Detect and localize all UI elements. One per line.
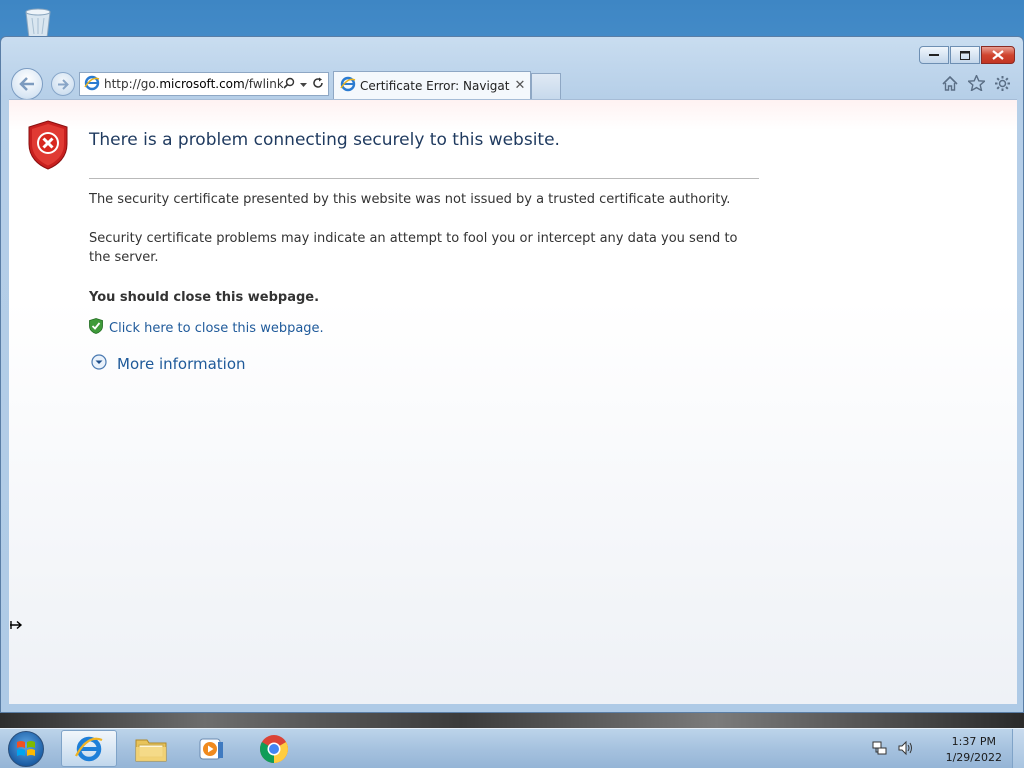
mouse-cursor-icon: [9, 619, 23, 633]
recycle-bin-icon[interactable]: [20, 4, 56, 39]
volume-icon[interactable]: [898, 740, 914, 760]
chevron-down-icon[interactable]: [300, 77, 307, 91]
ie-page-icon: [84, 75, 100, 94]
favorites-star-icon[interactable]: [967, 74, 985, 92]
address-bar[interactable]: http://go.microsoft.com/fwlink/: [79, 72, 329, 96]
url-domain: microsoft.com: [159, 77, 245, 91]
browser-window: http://go.microsoft.com/fwlink/ Certific…: [0, 36, 1024, 713]
clock[interactable]: 1:37 PM 1/29/2022: [946, 734, 1002, 766]
error-warning: Security certificate problems may indica…: [89, 231, 738, 265]
more-information-label[interactable]: More information: [117, 355, 246, 373]
gear-icon[interactable]: [993, 74, 1011, 92]
new-tab-button[interactable]: [531, 73, 561, 99]
minimize-button[interactable]: [919, 46, 949, 64]
recommendation-text: You should close this webpage.: [89, 290, 320, 305]
security-error-shield-icon: [27, 120, 69, 174]
close-window-button[interactable]: [981, 46, 1015, 64]
close-webpage-link-text[interactable]: Click here to close this webpage.: [109, 321, 324, 336]
windows-logo-icon: [17, 741, 35, 756]
tab-close-button[interactable]: ✕: [510, 78, 530, 93]
expand-circle-icon[interactable]: [91, 354, 107, 374]
taskbar-chrome[interactable]: [246, 730, 302, 767]
tab-certificate-error[interactable]: Certificate Error: Navigatio... ✕: [333, 71, 531, 99]
navigation-bar: http://go.microsoft.com/fwlink/ Certific…: [9, 68, 1017, 100]
url-prefix: http://go.: [104, 77, 160, 91]
taskbar-file-explorer[interactable]: [123, 730, 179, 767]
back-button[interactable]: [11, 68, 43, 100]
start-button[interactable]: [8, 731, 44, 767]
ie-tab-icon: [340, 76, 356, 95]
page-title: There is a problem connecting securely t…: [89, 130, 560, 150]
error-description: The security certificate presented by th…: [89, 192, 731, 207]
divider: [89, 178, 759, 179]
clock-time: 1:37 PM: [951, 735, 996, 748]
desktop-wallpaper-strip: [0, 713, 1024, 728]
green-shield-icon: [89, 318, 103, 338]
maximize-button[interactable]: [950, 46, 980, 64]
show-desktop-button[interactable]: [1012, 729, 1024, 768]
home-icon[interactable]: [941, 74, 959, 92]
system-tray: [872, 740, 914, 760]
address-url[interactable]: http://go.microsoft.com/fwlink/: [104, 77, 283, 91]
tab-title: Certificate Error: Navigatio...: [360, 78, 510, 93]
folder-icon: [135, 739, 167, 761]
command-icons: [941, 74, 1011, 92]
refresh-icon[interactable]: [312, 77, 324, 92]
media-player-icon: [199, 738, 223, 759]
url-path: /fwlink/: [244, 77, 283, 91]
forward-button[interactable]: [51, 72, 75, 96]
chrome-icon: [260, 734, 288, 763]
window-controls: [919, 46, 1015, 64]
clock-date: 1/29/2022: [945, 751, 1002, 764]
taskbar-internet-explorer[interactable]: [61, 730, 117, 767]
more-information-toggle[interactable]: More information: [91, 354, 246, 374]
search-icon[interactable]: [283, 77, 295, 92]
taskbar-media-player[interactable]: [184, 730, 240, 767]
network-icon[interactable]: [872, 740, 888, 760]
page-content: There is a problem connecting securely t…: [9, 99, 1017, 704]
close-webpage-link[interactable]: Click here to close this webpage.: [89, 318, 324, 338]
internet-explorer-icon: [75, 736, 103, 761]
taskbar: 1:37 PM 1/29/2022: [0, 728, 1024, 768]
